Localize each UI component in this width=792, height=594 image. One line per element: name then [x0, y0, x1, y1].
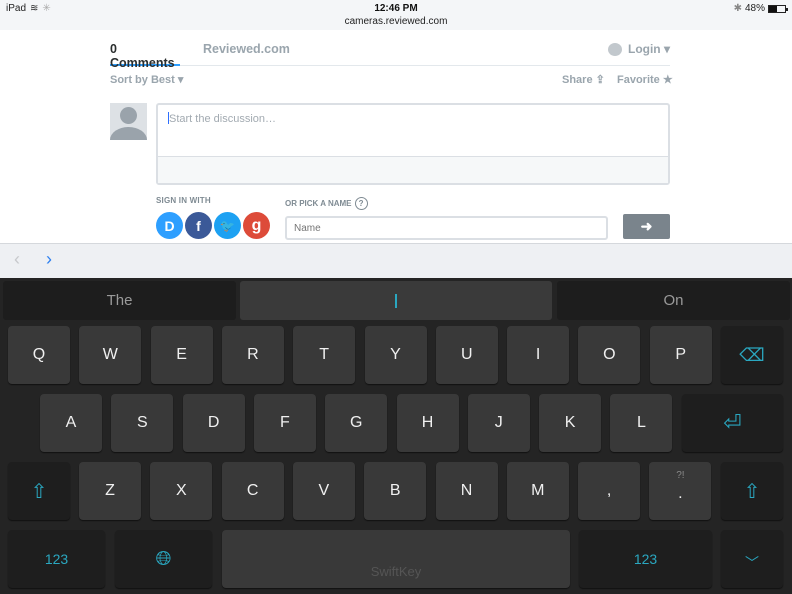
key-l[interactable]: L	[610, 394, 673, 452]
key-u[interactable]: U	[435, 326, 498, 384]
key-m[interactable]: M	[506, 462, 569, 520]
backspace-icon: ⌫	[739, 344, 765, 365]
hide-keyboard-key[interactable]: ﹀	[721, 530, 783, 588]
key-j[interactable]: J	[467, 394, 530, 452]
avatar	[110, 103, 147, 140]
key-r[interactable]: R	[221, 326, 284, 384]
battery-icon	[768, 4, 788, 13]
tab-site[interactable]: Reviewed.com	[203, 42, 290, 66]
clock: 12:46 PM	[374, 3, 418, 14]
key-n[interactable]: N	[435, 462, 498, 520]
shift-key-left[interactable]: ⇧	[8, 462, 70, 520]
suggestion-middle[interactable]	[240, 281, 552, 320]
social-login: D f 🐦 g	[156, 212, 270, 239]
swiftkey-logo: SwiftKey	[370, 564, 422, 579]
key-a[interactable]: A	[40, 394, 102, 452]
key-i[interactable]: I	[507, 326, 570, 384]
next-field-icon[interactable]: ›	[46, 249, 52, 270]
disqus-icon[interactable]: D	[156, 212, 183, 239]
key-d[interactable]: D	[182, 394, 245, 452]
key-f[interactable]: F	[253, 394, 316, 452]
pick-name-label: OR PICK A NAME ?	[285, 197, 368, 210]
previous-field-icon[interactable]: ‹	[14, 249, 20, 270]
twitter-icon[interactable]: 🐦	[214, 212, 241, 239]
key-period[interactable]: ?!.	[649, 462, 712, 520]
comments-section: 0 Comments Reviewed.com Login ▾ Sort by …	[0, 30, 792, 243]
share-icon: ⇪	[595, 74, 605, 86]
key-s[interactable]: S	[111, 394, 174, 452]
suggestion-cursor	[395, 293, 397, 308]
url-bar[interactable]: cameras.reviewed.com	[0, 16, 792, 27]
key-comma[interactable]: ,	[578, 462, 641, 520]
chat-bubble-icon	[607, 42, 622, 56]
suggestion-right[interactable]: On	[557, 281, 790, 320]
space-bar[interactable]: SwiftKey	[222, 530, 570, 588]
key-k[interactable]: K	[539, 394, 602, 452]
backspace-key[interactable]: ⌫	[721, 326, 783, 384]
key-w[interactable]: W	[79, 326, 142, 384]
login-label: Login ▾	[627, 42, 670, 56]
return-key[interactable]: ⏎	[682, 394, 783, 452]
key-z[interactable]: Z	[79, 462, 141, 520]
tab-comments[interactable]: 0 Comments	[110, 42, 180, 70]
key-e[interactable]: E	[150, 326, 213, 384]
chevron-down-icon: ﹀	[745, 555, 759, 571]
key-b[interactable]: B	[364, 462, 427, 520]
form-nav-bar: ‹ ›	[0, 243, 792, 278]
suggestion-left[interactable]: The	[3, 281, 236, 320]
google-icon[interactable]: g	[243, 212, 270, 239]
key-q[interactable]: Q	[8, 326, 70, 384]
key-g[interactable]: G	[325, 394, 388, 452]
shift-icon: ⇧	[30, 480, 48, 503]
login-button[interactable]: Login ▾	[607, 42, 670, 56]
comment-box: Start the discussion…	[156, 103, 670, 185]
status-bar: iPad ≋ ✳ 12:46 PM cameras.reviewed.com ✱…	[0, 0, 792, 30]
key-t[interactable]: T	[293, 326, 356, 384]
return-icon: ⏎	[723, 410, 742, 435]
star-icon: ★	[662, 74, 673, 86]
shift-icon: ⇧	[743, 480, 761, 503]
favorite-button[interactable]: Favorite ★	[617, 73, 673, 86]
comment-tabs: 0 Comments Reviewed.com Login ▾	[110, 42, 670, 70]
facebook-icon[interactable]: f	[185, 212, 212, 239]
keyboard: The On Q W E R T Y U I O P ⌫ A S D F G H J K L ⏎ ⇧ Z X C V B N M,?!.…	[0, 278, 792, 594]
comment-input[interactable]: Start the discussion…	[158, 105, 668, 157]
key-p[interactable]: P	[649, 326, 712, 384]
sign-in-label: SIGN IN WITH	[156, 196, 211, 205]
name-input[interactable]	[285, 216, 608, 240]
key-y[interactable]: Y	[364, 326, 427, 384]
help-icon[interactable]: ?	[354, 197, 368, 210]
battery-percent: 48%	[744, 3, 765, 14]
comment-toolbar	[158, 157, 668, 183]
key-x[interactable]: X	[150, 462, 213, 520]
bluetooth-icon: ✱	[733, 3, 742, 14]
shift-key-right[interactable]: ⇧	[721, 462, 783, 520]
key-v[interactable]: V	[292, 462, 355, 520]
globe-key[interactable]: 🌐︎	[115, 530, 212, 588]
key-h[interactable]: H	[396, 394, 459, 452]
globe-icon: 🌐︎	[155, 547, 172, 570]
sort-dropdown[interactable]: Sort by Best ▾	[110, 73, 183, 86]
key-o[interactable]: O	[578, 326, 641, 384]
share-button[interactable]: Share ⇪	[562, 73, 605, 86]
numbers-key-right[interactable]: 123	[579, 530, 712, 588]
key-c[interactable]: C	[221, 462, 284, 520]
submit-arrow-button[interactable]: ➜	[623, 214, 670, 239]
numbers-key-left[interactable]: 123	[8, 530, 105, 588]
